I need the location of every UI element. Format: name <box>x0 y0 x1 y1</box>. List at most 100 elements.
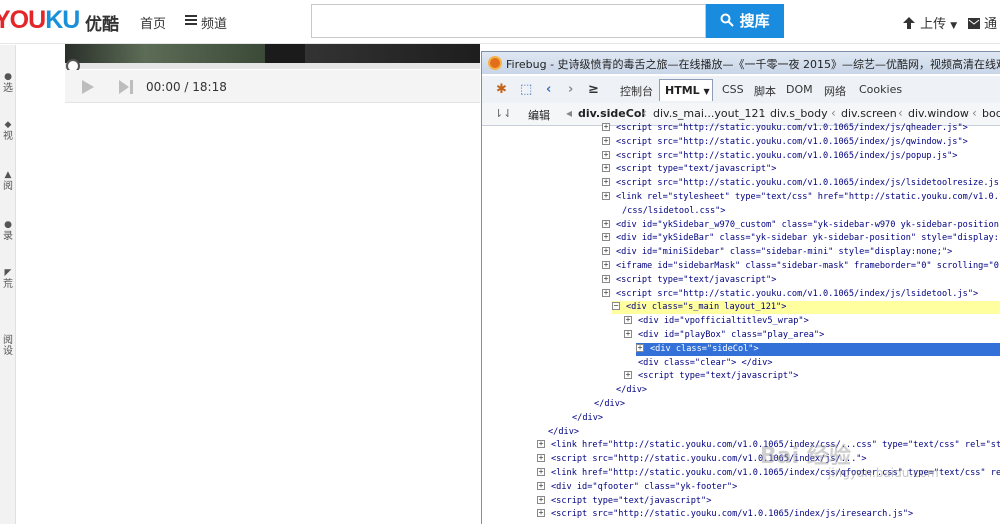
tree-line[interactable]: + <script type="text/javascript"> <box>482 370 798 383</box>
tree-line-text: </div> <box>616 385 648 396</box>
expand-icon[interactable]: + <box>602 247 610 256</box>
search-button[interactable]: 搜库 <box>706 4 784 38</box>
tree-line[interactable]: </div> <box>482 412 603 425</box>
collapse-icon[interactable]: − <box>612 302 620 311</box>
tree-line[interactable]: /css/lsidetool.css"> <box>482 205 725 218</box>
pin-icon[interactable]: ⇂⇃ <box>494 107 512 120</box>
tab-css[interactable]: CSS <box>722 83 744 96</box>
youku-logo[interactable]: YOUKU <box>0 6 80 36</box>
expand-icon[interactable]: + <box>602 192 610 200</box>
tree-line[interactable]: + <div id="ykSidebar_w970_custom" class="… <box>482 219 1000 232</box>
expand-icon[interactable]: + <box>537 481 545 490</box>
play-icon[interactable] <box>82 80 94 94</box>
expand-icon[interactable]: + <box>602 164 610 173</box>
search-button-label: 搜库 <box>739 12 770 30</box>
tree-line[interactable]: + <div id="qfooter" class="yk-footer"> <box>482 481 737 494</box>
tree-line[interactable]: + <script type="text/javascript"> <box>482 274 776 287</box>
crumb-window[interactable]: div.window <box>908 107 969 120</box>
sidebar-item-4[interactable]: ◤ 荒 <box>0 268 16 290</box>
expand-icon[interactable]: + <box>636 343 644 352</box>
tree-line[interactable]: + <script src="http://static.youku.com/v1… <box>482 136 968 149</box>
expand-icon[interactable]: + <box>602 219 610 228</box>
tree-line-text: <div id="ykSidebar_w970_custom" class="y… <box>616 219 1000 230</box>
tree-line[interactable]: + <script src="http://static.youku.com/v1… <box>482 288 978 301</box>
notify-button[interactable]: 通 <box>968 13 997 32</box>
edit-button[interactable]: 编辑 <box>528 107 550 123</box>
tree-line-text: </div> <box>572 412 604 423</box>
tab-cookies[interactable]: Cookies <box>859 83 902 96</box>
crumb-sbody[interactable]: div.s_body <box>770 107 828 120</box>
tree-line[interactable]: + <script src="http://static.youku.com/v1… <box>482 122 968 135</box>
tree-line[interactable]: <div class="clear"> </div> <box>482 357 773 370</box>
firebug-title-bar[interactable]: Firebug - 史诗级愤青的毒舌之旅—在线播放—《一千零一夜 2015》—综… <box>482 52 1000 74</box>
progress-bar[interactable] <box>65 63 480 69</box>
tab-dom[interactable]: DOM <box>786 83 813 96</box>
tree-line[interactable]: + <script src="http://static.youku.com/v1… <box>482 508 913 518</box>
tree-line[interactable]: + <script src="http://static.youku.com/v1… <box>482 150 957 163</box>
next-icon[interactable] <box>119 80 133 94</box>
watermark-url: jingyan.baidu.com <box>828 466 939 480</box>
expand-icon[interactable]: + <box>537 509 545 518</box>
expand-icon[interactable]: + <box>602 136 610 145</box>
expand-icon[interactable]: + <box>602 261 610 269</box>
expand-icon[interactable]: + <box>602 123 610 131</box>
crumb-body[interactable]: body <box>982 107 1000 120</box>
expand-icon[interactable]: + <box>624 371 632 380</box>
tree-line[interactable]: </div> <box>482 384 647 397</box>
tab-console[interactable]: 控制台 <box>620 83 653 99</box>
firebug-bug-icon[interactable]: ✱ <box>496 82 507 97</box>
expand-icon[interactable]: + <box>602 274 610 283</box>
expand-icon[interactable]: + <box>537 440 545 449</box>
inspect-icon[interactable]: ⬚ <box>520 82 532 97</box>
expand-icon[interactable]: + <box>602 150 610 159</box>
expand-icon[interactable]: + <box>537 468 545 476</box>
crumb-left-arrow-icon[interactable]: ◂ <box>566 106 572 120</box>
crumb-screen[interactable]: div.screen <box>841 107 897 120</box>
tree-line[interactable]: + <div id="vpofficialtitlev5_wrap"> <box>482 315 809 328</box>
nav-home-link[interactable]: 首页 <box>140 13 166 32</box>
tree-line[interactable]: + <iframe id="sidebarMask" class="sidebar… <box>482 260 1000 273</box>
expand-icon[interactable]: + <box>602 288 610 297</box>
tree-line[interactable]: </div> <box>482 398 625 411</box>
crumb-sidecol[interactable]: div.sideCol <box>578 107 645 120</box>
tree-line-text: <div class="sideCol"> <box>650 343 759 354</box>
back-arrow-icon[interactable]: ‹ <box>546 82 551 97</box>
tree-line[interactable]: + <div id="ykSideBar" class="yk-sidebar y… <box>482 232 1000 245</box>
tree-line[interactable]: + <link rel="stylesheet" type="text/css" … <box>482 191 1000 204</box>
forward-arrow-icon[interactable]: › <box>568 82 573 97</box>
upload-button[interactable]: 上传 ▼ <box>902 13 957 32</box>
firebug-title: Firebug - 史诗级愤青的毒舌之旅—在线播放—《一千零一夜 2015》—综… <box>506 58 1000 71</box>
tree-line-text: <script src="http://static.youku.com/v1.… <box>616 136 968 147</box>
tree-line-text: <div id="ykSideBar" class="yk-sidebar yk… <box>616 233 1000 244</box>
expand-icon[interactable]: + <box>624 316 632 325</box>
tree-line[interactable]: + <script src="http://static.youku.com/v1… <box>482 177 1000 190</box>
tree-line[interactable]: </div> <box>482 426 579 439</box>
crumb-smain[interactable]: div.s_mai...yout_121 <box>653 107 765 120</box>
sidebar-item-1[interactable]: ◆ 视 <box>0 120 16 142</box>
logo-chinese[interactable]: 优酷 <box>85 10 119 35</box>
tree-line[interactable]: + <script type="text/javascript"> <box>482 495 711 508</box>
expand-icon[interactable]: + <box>602 178 610 187</box>
tree-line-text: <iframe id="sidebarMask" class="sidebar-… <box>616 261 1000 271</box>
tree-line[interactable]: + <div class="sideCol"> <box>636 342 1000 356</box>
sidebar-item-2[interactable]: ▲ 阅 <box>0 170 16 192</box>
tab-script[interactable]: 脚本 <box>754 83 776 99</box>
tree-line[interactable]: − <div class="s_main layout_121"> <box>612 301 1000 315</box>
nav-channel-link[interactable]: 频道 <box>185 13 227 32</box>
search-input[interactable] <box>311 4 706 38</box>
tab-net[interactable]: 网络 <box>824 83 846 99</box>
tree-line[interactable]: + <link href="http://static.youku.com/v1.… <box>482 439 1000 452</box>
arrow-icon: ◆ <box>4 120 12 130</box>
sidebar-item-0[interactable]: ● 选 <box>0 72 16 94</box>
expand-icon[interactable]: + <box>624 330 632 338</box>
tree-line[interactable]: + <div id="playBox" class="play_area"> <box>482 329 824 342</box>
sidebar-item-5[interactable]: 阅设 <box>0 335 16 357</box>
sidebar-item-3[interactable]: ● 录 <box>0 220 16 242</box>
expand-icon[interactable]: + <box>602 233 610 242</box>
chevron-down-icon: ▼ <box>703 87 710 96</box>
command-line-icon[interactable]: ≥ <box>588 82 599 97</box>
tree-line[interactable]: + <script type="text/javascript"> <box>482 163 776 176</box>
tree-line[interactable]: + <div id="miniSidebar" class="sidebar-mi… <box>482 246 952 259</box>
expand-icon[interactable]: + <box>537 495 545 504</box>
expand-icon[interactable]: + <box>537 454 545 463</box>
